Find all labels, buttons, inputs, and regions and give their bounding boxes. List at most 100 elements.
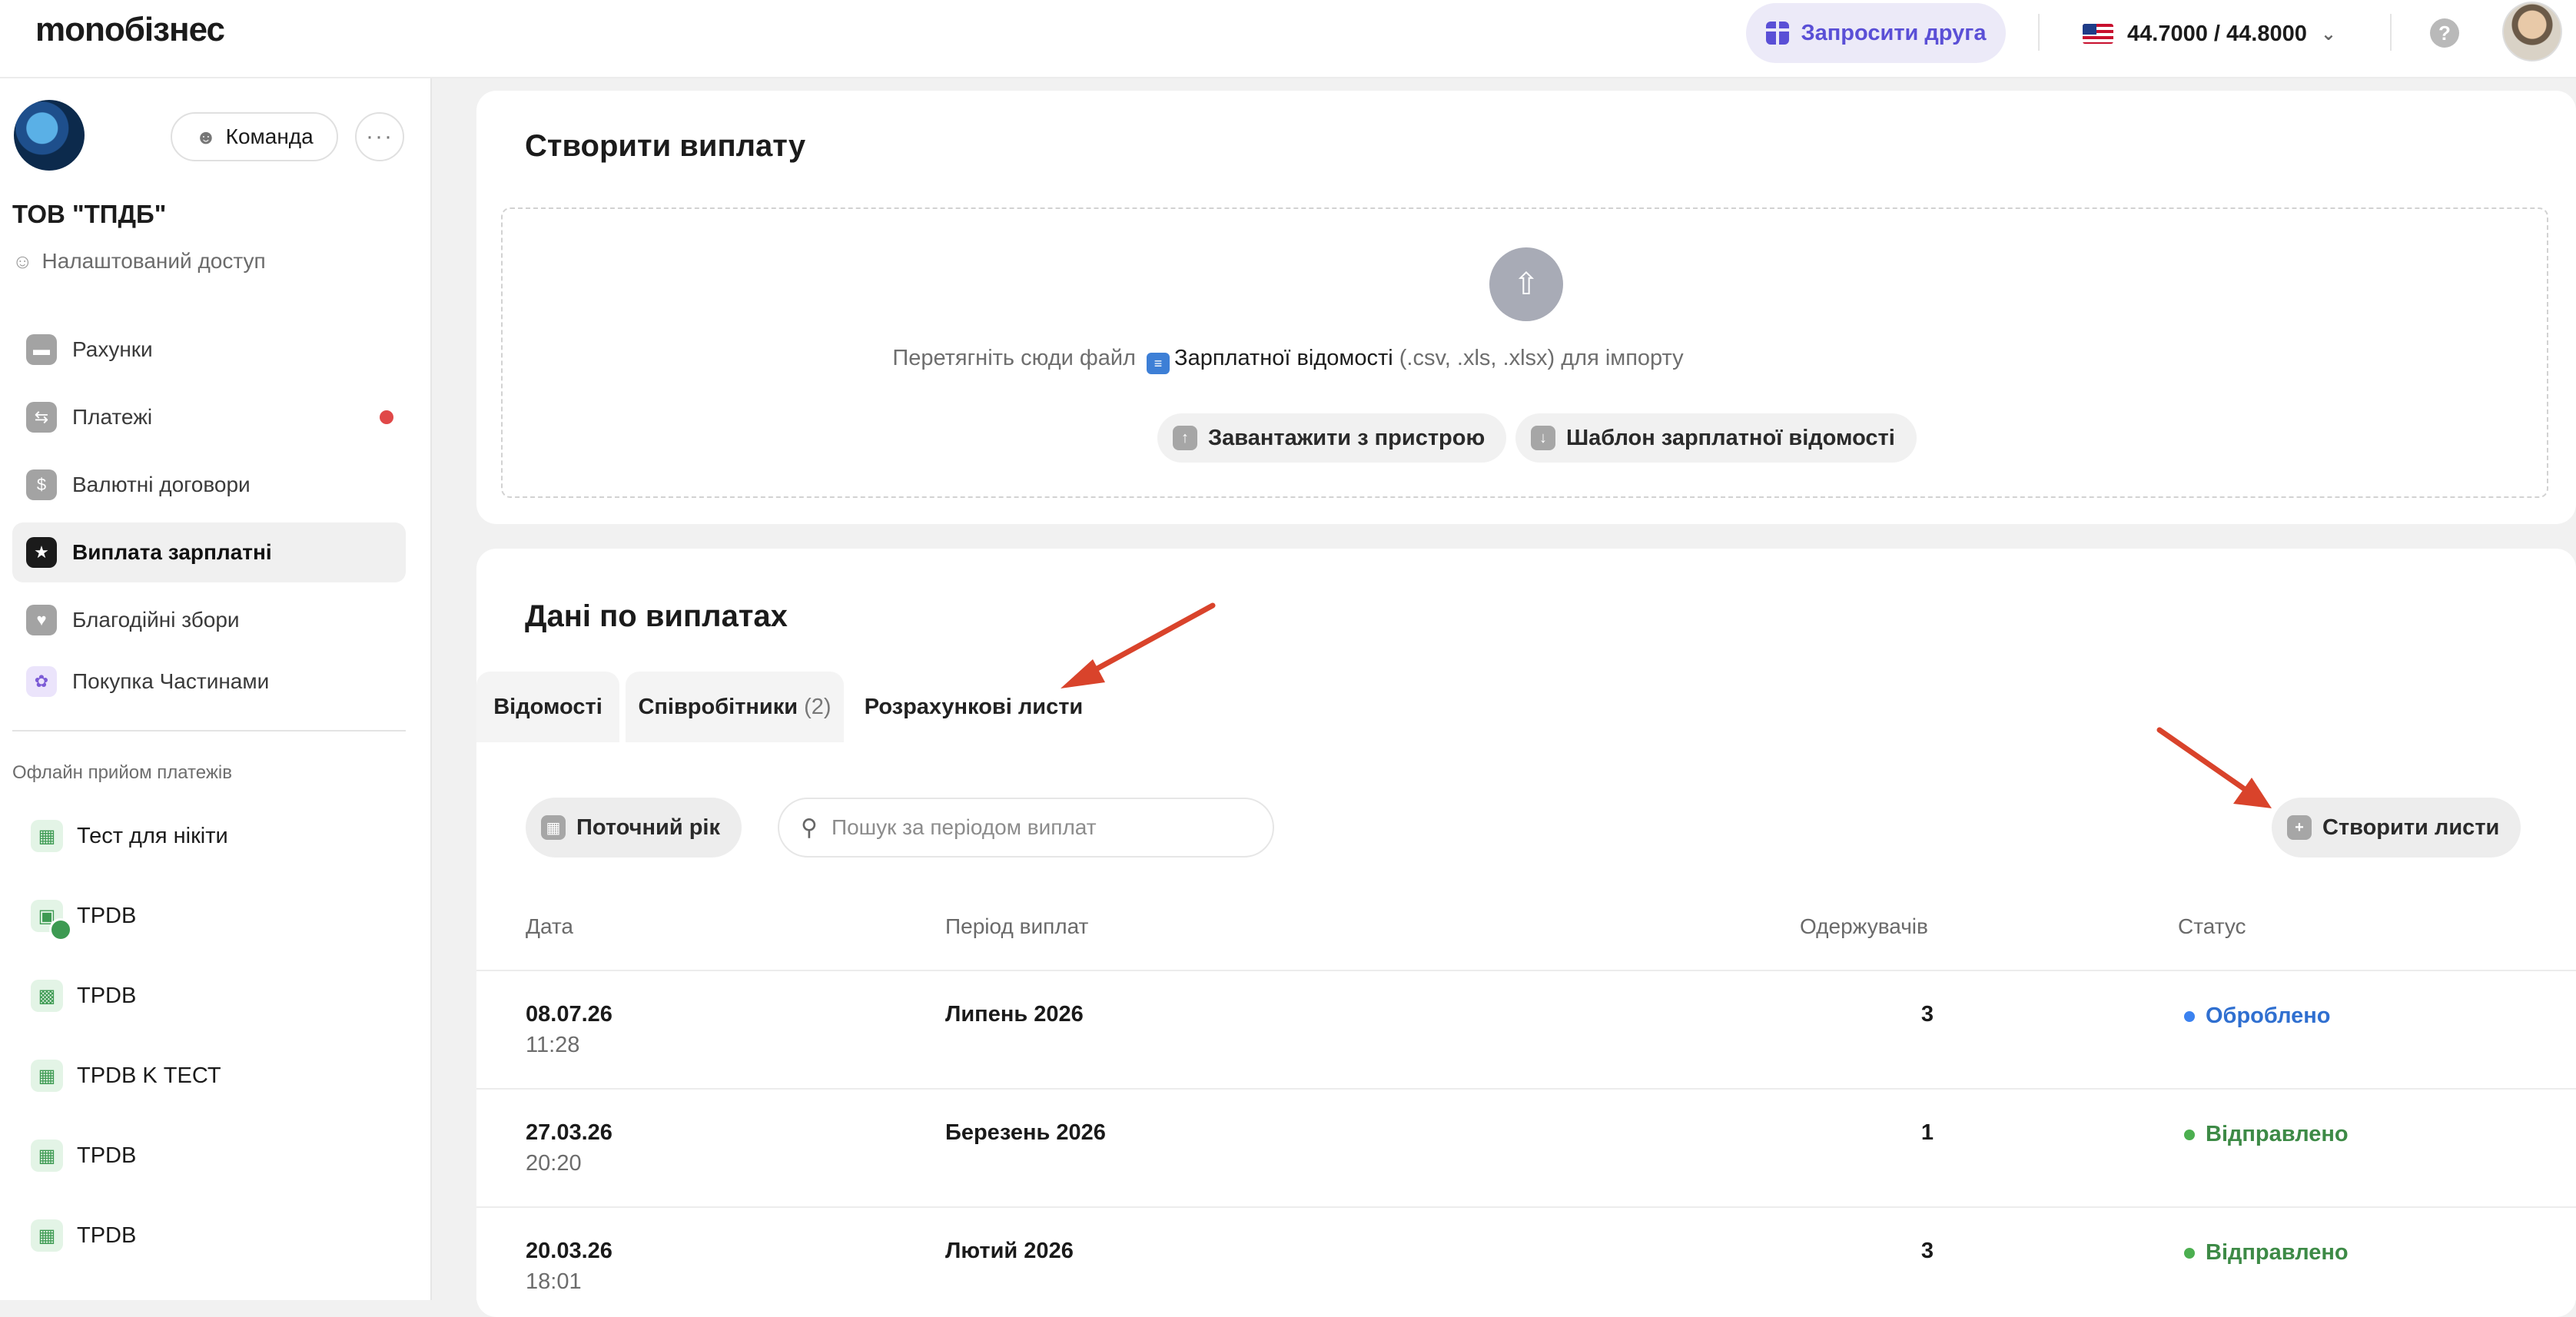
status-badge: Оброблено	[2184, 1004, 2331, 1029]
search-placeholder: Пошук за періодом виплат	[831, 815, 1097, 839]
pos-item-label: TPDB K ТЕСТ	[77, 1063, 221, 1088]
sidebar-item-installments[interactable]: ✿ Покупка Частинами	[12, 652, 406, 712]
notification-dot	[380, 410, 393, 424]
status-dot	[2184, 1129, 2195, 1140]
filter-label: Поточний рік	[576, 814, 720, 840]
terminal-icon: ▣	[31, 900, 72, 941]
tab-statements[interactable]: Відомості	[476, 672, 619, 742]
access-label: Налаштований доступ	[41, 249, 266, 273]
help-icon[interactable]: ?	[2430, 18, 2459, 48]
sidebar-item-pos[interactable]: ▦ TPDB	[31, 1133, 136, 1179]
qr-icon: ▦	[31, 820, 63, 852]
user-avatar[interactable]	[2502, 2, 2562, 61]
row-time: 18:01	[526, 1269, 582, 1294]
offline-payments-heading: Офлайн прийом платежів	[12, 762, 232, 783]
upload-button-label: Завантажити з пристрою	[1208, 425, 1486, 450]
currency-rate-dropdown[interactable]: 44.7000 / 44.8000 ⌄	[2083, 15, 2336, 52]
dropzone-instructions: Перетягніть сюди файл ≡ Зарплатної відомо…	[0, 346, 2576, 374]
period-search-input[interactable]: ⚲ Пошук за періодом виплат	[778, 798, 1274, 858]
pos-item-label: TPDB	[77, 1143, 137, 1168]
pos-item-label: TPDB	[77, 983, 137, 1008]
payroll-sheet-label: Зарплатної відомості	[1174, 346, 1393, 370]
row-date: 27.03.26	[526, 1120, 612, 1145]
divider	[12, 730, 406, 731]
row-recipients: 1	[1920, 1120, 1934, 1145]
user-check-icon: ☺	[12, 249, 33, 273]
row-period: Лютий 2026	[945, 1239, 1074, 1263]
sidebar-item-pos[interactable]: ▦ TPDB	[31, 1213, 136, 1259]
team-button[interactable]: ☻ Команда	[171, 112, 338, 161]
more-options-button[interactable]: ···	[355, 112, 404, 161]
tab-count: (2)	[804, 694, 832, 719]
row-time: 11:28	[526, 1033, 580, 1057]
create-payslips-button[interactable]: + Створити листи	[2272, 798, 2521, 858]
org-avatar[interactable]	[14, 100, 85, 171]
gift-icon	[1765, 22, 1789, 45]
status-badge: Відправлено	[2184, 1240, 2349, 1266]
status-dot	[2184, 1247, 2195, 1259]
spreadsheet-icon: ≡	[1147, 353, 1170, 374]
sidebar-item-currency-contracts[interactable]: $ Валютні договори	[12, 455, 406, 515]
top-bar: monoбізнес Запросити друга 44.7000 / 44.…	[0, 0, 2576, 78]
status-label: Відправлено	[2206, 1240, 2349, 1265]
sidebar-item-label: Покупка Частинами	[72, 669, 270, 693]
row-recipients: 3	[1920, 1002, 1934, 1027]
tab-employees[interactable]: Співробітники (2)	[626, 672, 844, 742]
sidebar-item-pos[interactable]: ▦ Тест для нікіти	[31, 813, 228, 859]
status-label: Оброблено	[2206, 1004, 2331, 1028]
search-icon: ⚲	[801, 814, 818, 841]
column-header-date: Дата	[526, 914, 574, 938]
payout-data-title: Дані по виплатах	[525, 599, 788, 633]
transfer-icon: ⇆	[26, 402, 57, 433]
sidebar-item-payments[interactable]: ⇆ Платежі	[12, 387, 406, 447]
column-header-period: Період виплат	[945, 914, 1089, 938]
sidebar: ☻ Команда ··· ТОВ "ТПДБ" ☺ Налаштований …	[0, 78, 432, 1300]
table-row[interactable]	[476, 1088, 2576, 1206]
row-period: Липень 2026	[945, 1002, 1084, 1027]
access-settings-link[interactable]: ☺ Налаштований доступ	[12, 249, 266, 274]
sidebar-item-charity[interactable]: ♥ Благодійні збори	[12, 590, 406, 650]
qr-icon: ▦	[31, 1060, 63, 1092]
sidebar-item-pos[interactable]: ▦ TPDB K ТЕСТ	[31, 1053, 221, 1099]
qr-icon: ▦	[31, 1140, 63, 1172]
sidebar-item-label: Валютні договори	[72, 473, 251, 496]
payroll-template-button[interactable]: ↓ Шаблон зарплатної відомості	[1515, 413, 1917, 463]
table-row[interactable]	[476, 970, 2576, 1088]
sidebar-item-pos[interactable]: ▩ TPDB	[31, 973, 136, 1019]
annotation-arrow	[1061, 602, 1216, 688]
file-upload-icon: ⇧	[1489, 247, 1563, 321]
tab-label: Відомості	[493, 694, 603, 719]
app-logo[interactable]: monoбізнес	[35, 11, 225, 49]
pos-item-label: TPDB	[77, 1222, 137, 1248]
divider	[2038, 14, 2040, 51]
tab-label: Співробітники	[638, 694, 798, 719]
sidebar-item-label: Виплата зарплатні	[72, 540, 272, 564]
paw-icon: ✿	[26, 666, 57, 697]
people-icon: ☻	[195, 124, 217, 148]
org-name: ТОВ "ТПДБ"	[12, 200, 167, 228]
team-button-label: Команда	[225, 124, 314, 148]
invite-friend-button[interactable]: Запросити друга	[1746, 3, 2006, 63]
row-period: Березень 2026	[945, 1120, 1106, 1145]
row-date: 20.03.26	[526, 1239, 612, 1263]
dropzone-formats: (.csv, .xls, .xlsx) для імпорту	[1399, 346, 1684, 370]
currency-rate-value: 44.7000 / 44.8000	[2127, 21, 2307, 46]
pos-item-label: Тест для нікіти	[77, 823, 228, 848]
sidebar-item-pos[interactable]: ▣ TPDB	[31, 893, 136, 941]
status-label: Відправлено	[2206, 1122, 2349, 1146]
annotation-arrow	[2156, 727, 2272, 808]
create-payout-title: Створити виплату	[525, 129, 806, 163]
sidebar-item-label: Благодійні збори	[72, 608, 240, 632]
sidebar-item-payroll[interactable]: ★ Виплата зарплатні	[12, 522, 406, 582]
status-badge: Відправлено	[2184, 1122, 2349, 1147]
upload-from-device-button[interactable]: ↑ Завантажити з пристрою	[1157, 413, 1507, 463]
dropzone-text: Перетягніть сюди файл	[892, 346, 1136, 370]
qr-icon: ▦	[31, 1219, 63, 1252]
row-recipients: 3	[1920, 1239, 1934, 1263]
calculator-icon: ▩	[31, 980, 63, 1012]
calendar-icon: ▦	[541, 815, 566, 840]
current-year-filter[interactable]: ▦ Поточний рік	[526, 798, 742, 858]
chevron-down-icon: ⌄	[2320, 23, 2336, 45]
column-header-status: Статус	[2178, 914, 2246, 938]
us-flag-icon	[2083, 24, 2113, 44]
